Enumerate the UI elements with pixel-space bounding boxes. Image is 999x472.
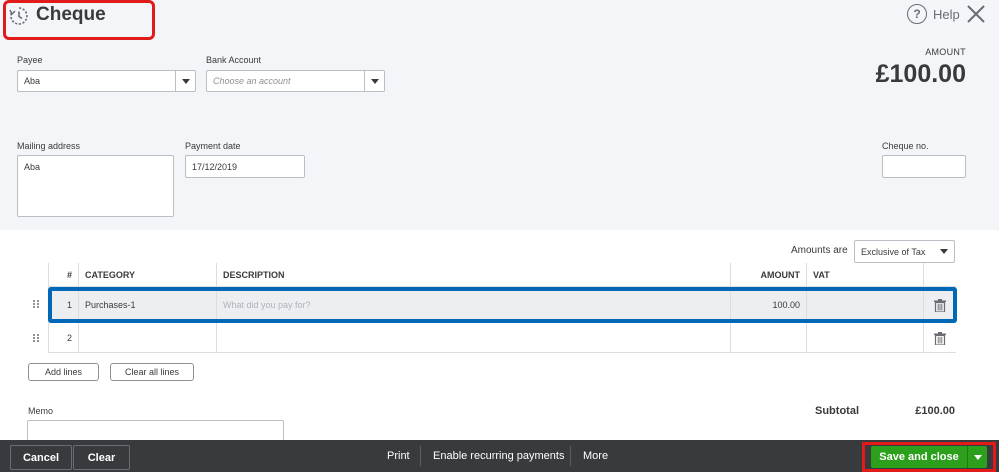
category-cell[interactable] bbox=[78, 323, 216, 352]
recurring-link[interactable]: Enable recurring payments bbox=[433, 450, 564, 462]
category-cell[interactable]: Purchases-1 bbox=[78, 287, 216, 322]
subtotal-label: Subtotal bbox=[815, 405, 859, 417]
memo-label: Memo bbox=[28, 406, 54, 416]
table-row[interactable]: 2 bbox=[48, 323, 956, 353]
footer-bar: Cancel Clear Print Enable recurring paym… bbox=[0, 440, 999, 472]
cheque-no-input[interactable] bbox=[882, 155, 966, 178]
bank-account-placeholder: Choose an account bbox=[213, 76, 291, 86]
clear-all-lines-button[interactable]: Clear all lines bbox=[110, 363, 194, 381]
recent-transactions-icon[interactable] bbox=[9, 6, 29, 26]
cheque-no-label: Cheque no. bbox=[882, 141, 929, 151]
amounts-are-value: Exclusive of Tax bbox=[861, 246, 926, 257]
close-icon[interactable] bbox=[965, 3, 987, 25]
help-button[interactable]: ? Help bbox=[907, 4, 960, 24]
amounts-are-dropdown-toggle[interactable] bbox=[934, 241, 954, 262]
vat-cell[interactable] bbox=[806, 323, 923, 352]
save-and-close-button[interactable]: Save and close bbox=[871, 446, 987, 468]
chevron-down-icon bbox=[181, 78, 190, 84]
footer-divider bbox=[420, 446, 421, 466]
mailing-address-input[interactable]: Aba bbox=[17, 155, 174, 217]
table-row[interactable]: 1 Purchases-1 What did you pay for? 100.… bbox=[48, 287, 956, 323]
description-cell[interactable] bbox=[216, 323, 730, 352]
bank-account-label: Bank Account bbox=[206, 55, 262, 65]
print-link[interactable]: Print bbox=[387, 450, 410, 462]
payee-dropdown-toggle[interactable] bbox=[175, 71, 195, 91]
payment-date-label: Payment date bbox=[185, 141, 241, 151]
mailing-address-label: Mailing address bbox=[17, 141, 81, 151]
payment-date-value: 17/12/2019 bbox=[192, 161, 238, 172]
payee-value: Aba bbox=[24, 76, 41, 86]
col-header-vat: VAT bbox=[806, 263, 923, 286]
clear-button[interactable]: Clear bbox=[73, 445, 130, 470]
amounts-are-select[interactable]: Exclusive of Tax bbox=[854, 240, 955, 263]
help-icon: ? bbox=[907, 4, 927, 24]
table-header-row: # CATEGORY DESCRIPTION AMOUNT VAT bbox=[48, 263, 956, 287]
amounts-are-label: Amounts are bbox=[791, 245, 848, 256]
trash-icon[interactable] bbox=[934, 299, 946, 312]
save-options-toggle[interactable] bbox=[967, 446, 987, 468]
row-number: 2 bbox=[48, 323, 78, 352]
help-label: Help bbox=[933, 6, 960, 22]
cancel-button[interactable]: Cancel bbox=[10, 445, 72, 470]
col-header-category: CATEGORY bbox=[78, 263, 216, 286]
description-cell[interactable]: What did you pay for? bbox=[216, 287, 730, 322]
trash-icon[interactable] bbox=[934, 332, 946, 345]
mailing-address-value: Aba bbox=[24, 162, 41, 172]
amount-cell[interactable] bbox=[730, 323, 806, 352]
amount-label: AMOUNT bbox=[925, 47, 966, 57]
col-header-amount: AMOUNT bbox=[730, 263, 806, 286]
add-lines-button[interactable]: Add lines bbox=[28, 363, 99, 381]
save-and-close-label: Save and close bbox=[879, 451, 959, 463]
row-number: 1 bbox=[48, 287, 78, 322]
col-header-number: # bbox=[48, 263, 78, 286]
bank-account-select[interactable]: Choose an account bbox=[206, 70, 385, 92]
more-link[interactable]: More bbox=[583, 450, 608, 462]
drag-handle-icon[interactable] bbox=[33, 300, 41, 309]
col-header-description: DESCRIPTION bbox=[216, 263, 730, 286]
chevron-down-icon bbox=[973, 454, 982, 460]
payment-date-input[interactable]: 17/12/2019 bbox=[185, 155, 305, 178]
amount-cell[interactable]: 100.00 bbox=[730, 287, 806, 322]
bank-account-dropdown-toggle[interactable] bbox=[364, 71, 384, 91]
vat-cell[interactable] bbox=[806, 287, 923, 322]
chevron-down-icon bbox=[370, 78, 379, 84]
subtotal-value: £100.00 bbox=[915, 405, 955, 417]
drag-handle-icon[interactable] bbox=[33, 334, 41, 343]
payee-select[interactable]: Aba bbox=[17, 70, 196, 92]
payee-label: Payee bbox=[17, 55, 43, 65]
page-title: Cheque bbox=[36, 4, 106, 25]
footer-divider bbox=[570, 446, 571, 466]
chevron-down-icon bbox=[940, 249, 948, 254]
col-header-actions bbox=[923, 263, 956, 286]
amount-total: £100.00 bbox=[875, 60, 966, 88]
